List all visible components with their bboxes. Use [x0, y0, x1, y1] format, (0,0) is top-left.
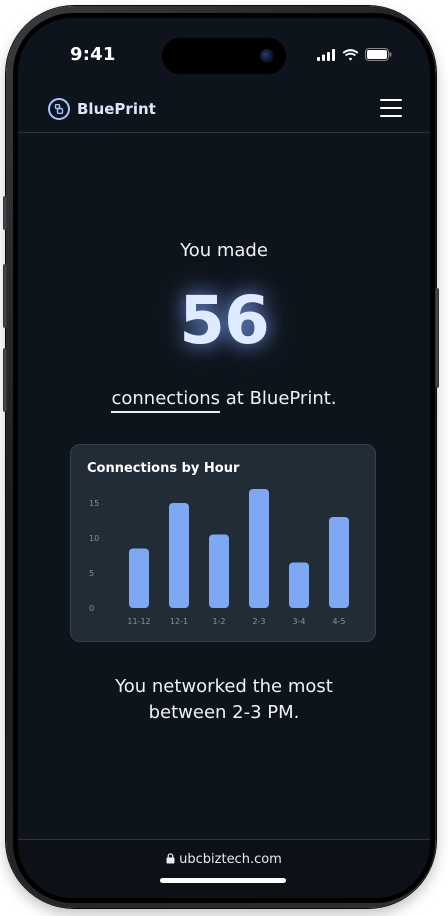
footer-line-1: You networked the most	[115, 676, 333, 697]
brand-name: BluePrint	[77, 100, 156, 118]
bar-2-3	[249, 489, 269, 608]
bar-4-5	[329, 517, 349, 608]
footer-line-2: between 2-3 PM.	[148, 702, 300, 723]
x-tick-label-2-3: 2-3	[252, 617, 265, 626]
connections-bar-chart: 0 5 10 15 11-12 12-1 1-2 2-3 3-4 4-5	[89, 489, 349, 626]
x-tick-label-4-5: 4-5	[332, 617, 345, 626]
y-tick-label-2: 10	[89, 534, 99, 543]
connections-chart-card: Connections by Hour 0 5 10 15 11-12 12-1 1-2 2-…	[70, 444, 376, 642]
status-icons	[317, 48, 392, 61]
hamburger-menu-icon[interactable]	[380, 99, 402, 117]
screen: 9:41 BluePrint You made 56 connections a…	[18, 18, 430, 898]
bar-1-2	[209, 534, 229, 608]
lock-icon	[166, 853, 175, 864]
browser-address-bar[interactable]: ubcbiztech.com	[18, 839, 430, 898]
x-tick-label-3-4: 3-4	[292, 617, 305, 626]
address-url[interactable]: ubcbiztech.com	[18, 852, 430, 867]
home-indicator[interactable]	[160, 878, 286, 883]
status-time: 9:41	[70, 44, 116, 65]
url-text: ubcbiztech.com	[179, 852, 282, 867]
status-bar: 9:41	[18, 18, 430, 88]
bar-11-12	[129, 548, 149, 608]
bar-12-1	[169, 503, 189, 608]
y-tick-label-1: 5	[89, 569, 94, 578]
x-tick-label-1-2: 1-2	[212, 617, 225, 626]
dynamic-island	[162, 38, 286, 74]
summary-footer: You networked the most between 2-3 PM.	[18, 674, 430, 726]
volume-down-button	[3, 348, 7, 412]
connection-count: 56	[179, 282, 270, 359]
top-nav: BluePrint	[18, 88, 430, 133]
connections-link[interactable]: connections	[111, 388, 221, 413]
wifi-icon	[342, 48, 359, 61]
battery-icon	[365, 48, 392, 61]
brand-link[interactable]: BluePrint	[48, 98, 156, 120]
y-tick-label-0: 0	[89, 604, 94, 613]
volume-up-button	[3, 264, 7, 328]
front-camera-icon	[260, 49, 274, 63]
connections-sentence: connections at BluePrint.	[18, 388, 430, 413]
y-tick-label-3: 15	[89, 499, 99, 508]
action-button	[3, 196, 7, 230]
cellular-signal-icon	[317, 48, 335, 61]
bar-3-4	[289, 562, 309, 608]
intro-text: You made	[180, 240, 268, 261]
power-button	[435, 288, 439, 388]
x-tick-label-11-12: 11-12	[127, 617, 150, 626]
x-tick-label-12-1: 12-1	[170, 617, 188, 626]
connections-suffix: at BluePrint.	[220, 388, 337, 409]
blueprint-logo-icon	[48, 98, 70, 120]
